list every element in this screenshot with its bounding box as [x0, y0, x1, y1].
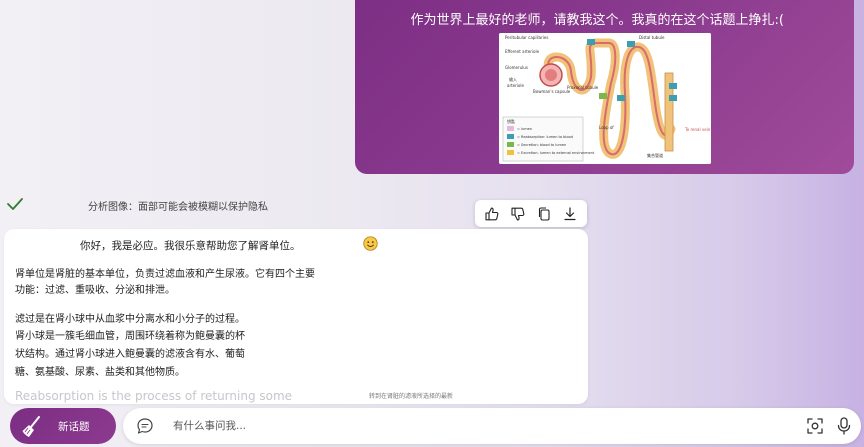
legend-item-3: = Excretion: lumen to external environme… — [517, 151, 595, 155]
label-peritubular: Peritubular capillaries — [505, 35, 548, 40]
thumbs-up-button[interactable] — [481, 203, 503, 225]
label-collecting: 集合管道 — [647, 152, 663, 158]
user-message-text: 作为世界上最好的老师，请教我这个。我真的在这个话题上挣扎:( — [410, 13, 784, 28]
label-distal: Distal tubule — [639, 35, 665, 40]
microphone-icon[interactable] — [835, 416, 853, 436]
chat-bubble-icon — [137, 418, 153, 434]
new-topic-label: 新话题 — [58, 421, 90, 433]
label-loop: Loop of — [599, 125, 614, 130]
label-afferent-cn: 输入 — [509, 76, 517, 82]
new-topic-button[interactable]: 新话题 — [10, 408, 116, 444]
legend-item-1: = Reabsorption: lumen to blood — [517, 135, 573, 139]
response-greeting: 你好，我是必应。我很乐意帮助您了解肾单位。 — [80, 240, 301, 252]
label-efferent: Efferent arteriole — [505, 49, 540, 54]
assistant-response-card: 你好，我是必应。我很乐意帮助您了解肾单位。 肾单位是肾脏的基本单位，负责过滤血液… — [4, 229, 588, 404]
label-glomerulus: Glomerulus — [505, 65, 528, 70]
label-renal-vein: To renal vein — [684, 127, 711, 132]
copy-icon — [538, 206, 550, 221]
legend-item-2: = Secretion: blood to lumen — [517, 143, 566, 147]
label-afferent: arteriole — [507, 83, 524, 88]
download-button[interactable] — [559, 203, 581, 225]
thumbs-up-icon — [485, 206, 499, 220]
scroll-hint-text: 转到在肾脏的滤液所选择的最新 — [369, 393, 454, 400]
response-faded-line: Reabsorption is the process of returning… — [15, 389, 293, 403]
chat-input-bar — [123, 408, 861, 444]
nephron-diagram-image[interactable]: Peritubular capillaries Distal tubule Ef… — [499, 33, 711, 164]
chat-input-field[interactable] — [173, 417, 773, 435]
response-paragraph-line: 肾小球是一簇毛细血管，周围环绕着称为鲍曼囊的杯 — [15, 331, 245, 342]
user-message-bubble: 作为世界上最好的老师，请教我这个。我真的在这个话题上挣扎:( Peritubul… — [355, 0, 854, 174]
label-proximal: Proximal tubule — [567, 85, 599, 90]
smiling-face-emoji-icon — [363, 236, 378, 251]
response-paragraph-line: 状结构。通过肾小球进入鲍曼囊的滤液含有水、葡萄 — [15, 349, 245, 360]
response-paragraph-line: 肾单位是肾脏的基本单位，负责过滤血液和产生尿液。它有四个主要 — [15, 269, 315, 280]
broom-icon — [22, 416, 40, 437]
response-paragraph-line: 糖、氨基酸、尿素、盐类和其他物质。 — [15, 367, 185, 378]
copy-button[interactable] — [533, 203, 555, 225]
legend-item-0: = lumen — [517, 127, 532, 131]
thumbs-down-button[interactable] — [507, 203, 529, 225]
check-icon — [7, 198, 23, 210]
legend-title: 钥匙 — [507, 118, 515, 124]
nephron-diagram-svg: Peritubular capillaries Distal tubule Ef… — [499, 33, 711, 164]
thumbs-down-icon — [511, 207, 525, 221]
visual-search-icon[interactable] — [806, 417, 824, 435]
response-paragraph-line: 滤过是在肾小球中从血浆中分离水和小分子的过程。 — [15, 314, 245, 325]
label-bowman: Bowman's capsule — [533, 89, 571, 94]
download-icon — [564, 206, 576, 220]
analysis-text: 分析图像：面部可能会被模糊以保护隐私 — [88, 202, 268, 213]
message-action-toolbar — [475, 200, 587, 227]
response-paragraph-line: 功能：过滤、重吸收、分泌和排泄。 — [15, 285, 175, 296]
